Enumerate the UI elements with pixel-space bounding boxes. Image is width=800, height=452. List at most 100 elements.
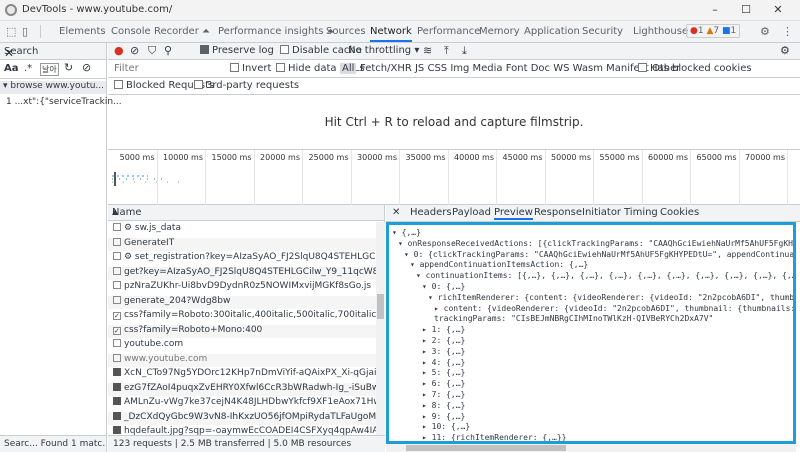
request-row[interactable]: pzNraZUKhr-Ui8bvD9DydnR0z5NOWIMxvijMGKf8… [108,281,376,294]
scrollbar-thumb[interactable] [377,294,384,319]
request-row[interactable]: ✓ css?family=Roboto:300italic,400italic,5… [108,310,376,323]
resource-type-icon [113,339,121,347]
json-tree-line[interactable]: ▸ 4: {,…} [422,358,465,368]
json-tree-line[interactable]: ▸ 5: {,…} [422,368,465,378]
filter-input[interactable]: Filter [114,63,139,74]
request-row[interactable]: youtube.com [108,339,376,352]
json-tree-line[interactable]: ▸ 8: {,…} [422,401,465,411]
resource-type-filters[interactable]: Fetch/XHR JS CSS Img Media Font Doc WS W… [360,63,680,74]
sort-ascending-icon[interactable]: ▲ [112,207,381,216]
network-conditions-icon[interactable]: ≋ [423,44,432,57]
blocked-requests-bar: Blocked Requests 3rd-party requests [108,78,800,95]
match-case-button[interactable]: Aa [4,63,19,74]
settings-gear-icon[interactable]: ⚙ [760,21,770,42]
json-tree-line[interactable]: ▾ onResponseReceivedActions: [{clickTrac… [398,239,793,249]
tab-lighthouse[interactable]: Lighthouse [633,21,688,42]
json-tree-line[interactable]: ▾ appendContinuationItemsAction: {,…} [410,260,588,270]
json-tree-line[interactable]: ▸ 7: {,…} [422,390,465,400]
request-row[interactable]: generate_204?Wdg8bw [108,295,376,309]
more-options-icon[interactable]: ⋮ [782,21,793,42]
request-row[interactable]: ⚙ set_registration?key=AIzaSyAO_FJ2SlqU8… [108,252,376,265]
search-result-group[interactable]: ▾ browse www.youtu... [0,81,106,94]
json-tree-line[interactable]: ▸ 3: {,…} [422,347,465,357]
resource-type-icon [113,382,121,391]
filter-all-button[interactable]: All [340,63,357,74]
request-row[interactable]: ezG7fZAoI4puqxZvEHRY0Xfwl6CcR3bWRadwh-Ig… [108,382,376,396]
json-tree-line[interactable]: ▸ 2: {,…} [422,336,465,346]
clear-icon[interactable]: ⊘ [82,61,91,74]
tab-response[interactable]: Response [534,207,582,218]
tab-performance-insights[interactable]: Performance insights ⏶ [218,21,335,42]
json-tree-line[interactable]: ▸ 11: {richItemRenderer: {,…}} [422,433,567,441]
request-list-scrollbar[interactable] [376,222,385,435]
filter-icon[interactable]: ⛉ [148,44,156,58]
regex-button[interactable]: .* [24,63,32,74]
issue-counter[interactable]: ●1 ▲7 ■1 [686,24,741,38]
tab-sources[interactable]: Sources [326,21,366,42]
inspect-element-icon[interactable]: ⬚ [6,21,16,42]
json-tree-line[interactable]: ▸ 6: {,…} [422,379,465,389]
json-tree-line[interactable]: ▾ 0: {,…} [422,282,465,292]
tab-application[interactable]: Application [524,21,580,42]
checkbox-unchecked [280,45,289,54]
tab-cookies[interactable]: Cookies [660,207,699,218]
export-har-icon[interactable]: ⤓ [462,44,467,58]
filmstrip-message: Hit Ctrl + R to reload and capture films… [324,115,584,129]
maximize-button[interactable]: ☐ [731,2,761,18]
close-window-button[interactable]: ✕ [763,2,793,18]
request-row[interactable]: www.youtube.com [108,353,376,367]
tab-timing[interactable]: Timing [624,207,658,218]
tab-memory[interactable]: Memory [479,21,520,42]
request-name: get?key=AIzaSyAO_FJ2SlqU8Q4STEHLGCilw_Y9… [124,266,376,277]
tab-recorder[interactable]: Recorder ⏶ [154,21,210,42]
preview-horizontal-scrollbar[interactable] [386,444,796,452]
network-settings-icon[interactable]: ⚙ [780,44,790,57]
request-list-header[interactable]: Name ▲ [108,205,384,221]
tab-initiator[interactable]: Initiator [582,207,621,218]
third-party-checkbox[interactable]: 3rd-party requests [194,80,299,91]
tab-payload[interactable]: Payload [452,207,491,218]
preserve-log-checkbox[interactable]: Preserve log [200,45,274,56]
refresh-icon[interactable]: ↻ [64,61,73,74]
tab-elements[interactable]: Elements [59,21,106,42]
request-row[interactable]: _DzCXdQyGbc9W3vN8-IhKxzUO56jfOMpiRydaTLF… [108,411,376,425]
close-search-icon[interactable]: ✕ [4,46,102,60]
json-tree-line[interactable]: ▾ richItemRenderer: {content: {videoRend… [428,293,793,303]
request-row[interactable]: get?key=AIzaSyAO_FJ2SlqU8Q4STEHLGCilw_Y9… [108,266,376,280]
checkbox-unchecked [276,63,285,72]
json-tree-line[interactable]: ▸ content: {videoRenderer: {videoId: "2n… [434,304,793,314]
tab-headers[interactable]: Headers [410,207,452,218]
tab-console[interactable]: Console [111,21,151,42]
record-icon[interactable]: ● [114,44,124,57]
throttling-select[interactable]: No throttling ▾ [348,45,419,56]
request-row[interactable]: ✓ css?family=Roboto+Mono:400 [108,324,376,338]
network-overview-timeline[interactable]: 5000 ms 10000 ms 15000 ms 20000 ms 25000 ms 3… [108,150,800,205]
request-row[interactable]: XcN_CTo97Ng5YDOrc12KHp7nDmViYif-aQAixPX_… [108,368,376,381]
tab-preview[interactable]: Preview [494,207,533,220]
json-tree-line[interactable]: ▸ 1: {,…} [422,325,465,335]
invert-checkbox[interactable]: Invert [230,63,271,74]
search-result-line[interactable]: 1 ...xt":{"serviceTrackin... [6,97,122,107]
search-query-input[interactable]: 날아 [40,63,59,76]
tab-performance[interactable]: Performance [417,21,480,42]
request-row[interactable]: ⚙ sw.js_data [108,223,376,236]
json-tree-line[interactable]: ▸ 9: {,…} [422,412,465,422]
minimize-button[interactable]: – [700,2,730,18]
response-preview-panel[interactable]: ▾ {,…} ▾ onResponseReceivedActions: [{cli… [386,222,796,444]
json-tree-line[interactable]: trackingParams: "CIsBEJmNBRgCIhMInoTWlKz… [434,314,713,324]
tab-security[interactable]: Security [582,21,623,42]
request-row[interactable]: AMLnZu-vWg7ke37cejN4K48JLHDbwYkfcf9XF1eA… [108,397,376,410]
search-icon[interactable]: ⚲ [164,44,172,57]
clear-log-icon[interactable]: ⊘ [130,44,139,57]
json-tree-line[interactable]: ▸ 10: {,…} [422,422,470,432]
device-toolbar-icon[interactable]: ▯ [22,21,28,42]
json-tree-line[interactable]: ▾ continuationItems: [{,…}, {,…}, {,…}, … [416,271,793,281]
import-har-icon[interactable]: ⤒ [444,44,449,58]
json-tree-line[interactable]: ▾ {,…} [392,228,421,238]
scrollbar-thumb[interactable] [406,445,566,451]
json-tree-line[interactable]: ▾ 0: {clickTrackingParams: "CAAQhGciEwie… [404,250,793,260]
close-detail-icon[interactable]: ✕ [392,207,400,218]
tab-network[interactable]: Network [370,21,412,42]
blocked-cookies-checkbox[interactable]: Has blocked cookies [638,63,752,74]
request-row[interactable]: GenerateIT [108,237,376,251]
